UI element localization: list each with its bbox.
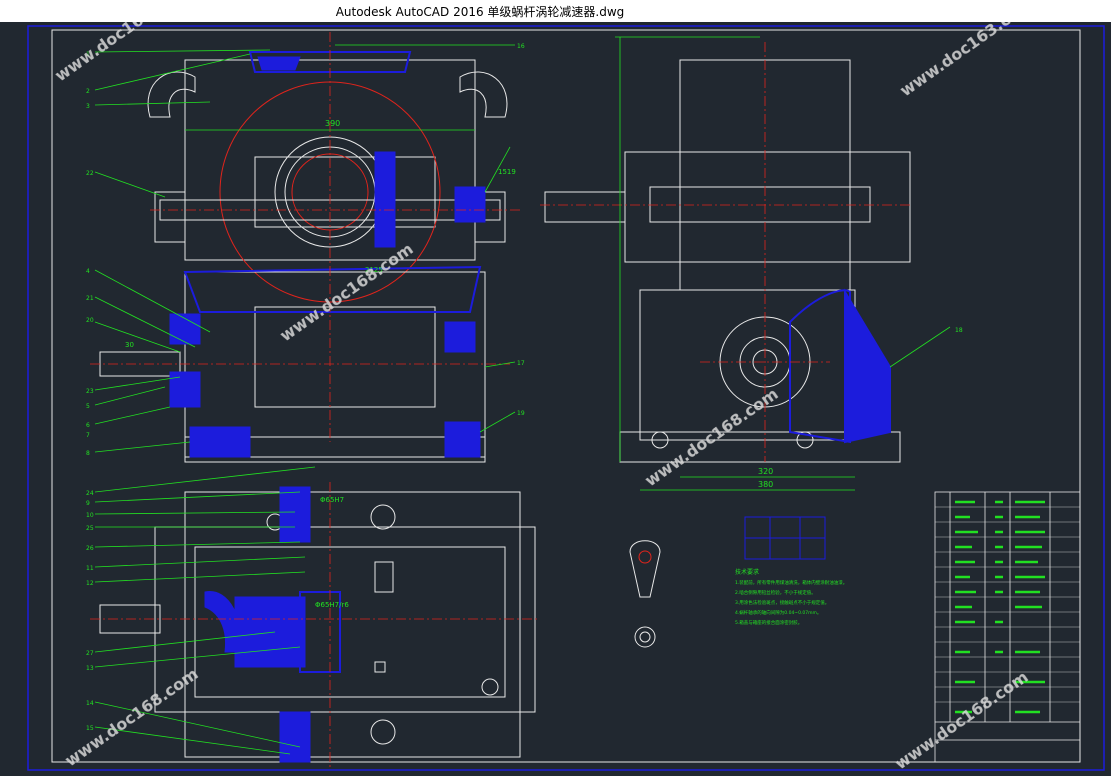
dim-fit-b: Φ65H7/r6 [315,601,349,609]
watermark-1: www.doc163.com [51,22,191,85]
leader-21: 21 [86,295,94,302]
leader-3: 3 [86,103,90,110]
leader-4: 4 [86,268,90,275]
window-title: Autodesk AutoCAD 2016 单级蜗杆涡轮减速器.dwg [335,5,625,19]
leader-8: 8 [86,450,90,457]
plan-view-sections [204,486,341,763]
leader-10: 10 [86,512,94,519]
leader-13: 13 [86,665,94,672]
watermark-5: www.doc168.com [61,664,201,770]
leader-18: 18 [955,327,963,334]
leader-19: 19 [517,410,525,417]
leader-15: 15 [86,725,94,732]
leader-11: 11 [86,565,94,572]
leader-labels: 1 2 3 4 5 6 7 8 20 21 22 23 24 9 10 25 2… [86,43,963,732]
leader-9: 9 [86,500,90,507]
leader-7: 7 [86,432,90,439]
dim-front-width-label: 390 [325,119,340,128]
cad-drawing[interactable]: 390 320 380 技术要求 1.装配前，所有零件用煤油清洗，箱体内壁涂耐油… [0,22,1111,776]
leader-14: 14 [86,700,94,707]
notes-line-2: 2.啮合侧隙用铅丝检验，不小于规定值。 [735,589,816,596]
leader-27: 27 [86,650,94,657]
detail-views [629,540,661,648]
technical-notes: 技术要求 1.装配前，所有零件用煤油清洗，箱体内壁涂耐油油漆。 2.啮合侧隙用铅… [735,568,847,626]
drawing-canvas[interactable]: 390 320 380 技术要求 1.装配前，所有零件用煤油清洗，箱体内壁涂耐油… [0,22,1111,776]
dim-side-width-top: 320 [758,467,773,476]
leader-6: 6 [86,422,90,429]
leader-12: 12 [86,580,94,587]
dim-fit-a: Φ65H7 [320,496,344,504]
dim-shaft-dia: 30 [125,341,134,349]
side-dimensions: 320 380 [615,36,951,491]
inner-frame [51,29,1081,763]
notes-line-5: 5.箱盖与箱座的接合面涂密封胶。 [735,619,802,626]
watermark-2: www.doc163.com [896,22,1036,100]
notes-line-1: 1.装配前，所有零件用煤油清洗，箱体内壁涂耐油油漆。 [735,579,847,586]
watermark-3: www.doc168.com [276,239,416,345]
side-view-sections [789,288,891,444]
window-titlebar: Autodesk AutoCAD 2016 单级蜗杆涡轮减速器.dwg [0,0,1111,22]
leader-16: 16 [517,43,525,50]
leader-23: 23 [86,388,94,395]
title-block-rows [935,506,1080,703]
notes-line-3: 3.用涂色法检验斑点，接触斑点不小于规定值。 [735,599,829,606]
leader-24: 24 [86,490,94,497]
leader-25: 25 [86,525,94,532]
notes-title: 技术要求 [735,568,759,576]
dim-side-width-bottom: 380 [758,480,773,489]
leader-5: 5 [86,403,90,410]
front-view-sections [169,51,486,458]
leader-17: 17 [517,360,525,367]
leader-22: 22 [86,170,94,177]
leader-2: 2 [86,88,90,95]
leader-20: 20 [86,317,94,324]
plan-centerlines [90,482,540,767]
notes-line-4: 4.蜗杆轴承的轴向间隙为0.04~0.07mm。 [735,609,821,616]
symbol-boxes [744,516,826,560]
dim-height-b: 1519 [498,168,516,176]
front-view [99,59,508,463]
leader-26: 26 [86,545,94,552]
